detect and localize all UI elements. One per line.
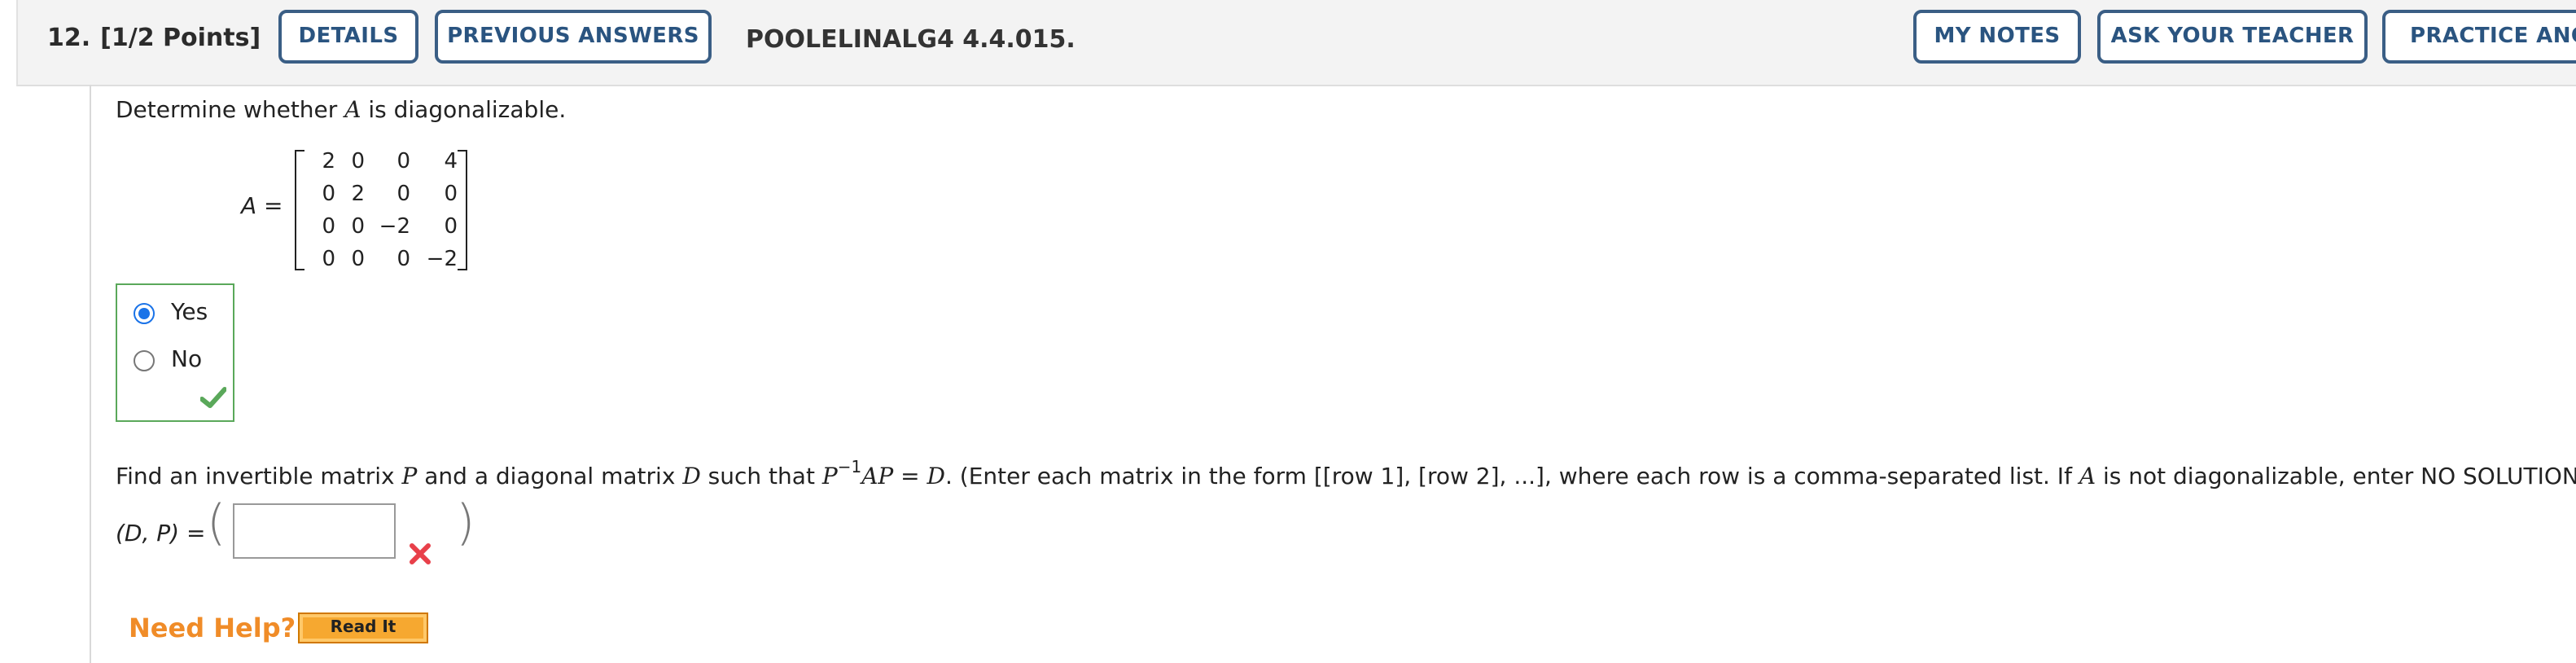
dp-label: (D, P) = bbox=[116, 521, 205, 547]
matrix-cell: 4 bbox=[444, 150, 458, 174]
instruction-text: and a diagonal matrix bbox=[417, 464, 683, 490]
exponent: −1 bbox=[837, 459, 862, 477]
practice-another-button[interactable]: PRACTICE ANO bbox=[2382, 10, 2576, 64]
right-paren: ) bbox=[456, 495, 475, 552]
statement-text: Determine whether bbox=[116, 98, 345, 124]
instruction-text: is not diagonalizable, enter NO SOLUTION… bbox=[2096, 464, 2576, 490]
dp-answer-input[interactable] bbox=[233, 503, 396, 559]
answer-choices-correct: Yes No bbox=[116, 283, 234, 422]
matrix-label-text: A = bbox=[241, 194, 283, 220]
matrix-cell: 0 bbox=[351, 215, 365, 239]
option-no[interactable]: No bbox=[134, 347, 202, 373]
matrix-cell: 0 bbox=[396, 182, 410, 207]
question-code: POOLELINALG4 4.4.015. bbox=[746, 24, 1076, 54]
points-label: [1/2 Points] bbox=[100, 23, 261, 52]
instruction-var: P bbox=[821, 464, 838, 490]
matrix-cell: 0 bbox=[351, 248, 365, 272]
dp-label-text: (D, P) = bbox=[116, 521, 206, 547]
read-it-button[interactable]: Read It bbox=[298, 613, 428, 643]
left-paren: ( bbox=[207, 495, 226, 552]
question-number-label: 12. bbox=[47, 23, 91, 52]
instruction-var: D bbox=[927, 464, 945, 490]
instruction-text: = bbox=[893, 464, 927, 490]
radio-yes-selected[interactable] bbox=[134, 302, 155, 323]
matrix-cell: 0 bbox=[351, 150, 365, 174]
find-p-d-instruction: Find an invertible matrix P and a diagon… bbox=[116, 459, 2576, 490]
option-yes[interactable]: Yes bbox=[134, 300, 208, 326]
instruction-var: P bbox=[401, 464, 418, 490]
question-header: 12. [1/2 Points] DETAILS PREVIOUS ANSWERS… bbox=[16, 0, 2576, 86]
matrix-label: A = bbox=[241, 194, 283, 220]
matrix-cell: 0 bbox=[444, 215, 458, 239]
diagonalizable-question: Determine whether A is diagonalizable. bbox=[116, 98, 566, 124]
details-button[interactable]: DETAILS bbox=[278, 10, 418, 64]
previous-answers-button[interactable]: PREVIOUS ANSWERS bbox=[435, 10, 712, 64]
matrix-a: 2 0 0 4 0 2 0 0 0 0 −2 0 0 0 0 −2 bbox=[295, 150, 467, 272]
instruction-text: Find an invertible matrix bbox=[116, 464, 402, 490]
ask-your-teacher-button[interactable]: ASK YOUR TEACHER bbox=[2097, 10, 2368, 64]
instruction-var: AP bbox=[861, 464, 894, 490]
statement-text-end: is diagonalizable. bbox=[361, 98, 567, 124]
instruction-text: . (Enter each matrix in the form [[row 1… bbox=[945, 464, 2079, 490]
radio-no[interactable] bbox=[134, 349, 155, 371]
matrix-cell: 0 bbox=[396, 150, 410, 174]
question-body: Determine whether A is diagonalizable. A… bbox=[90, 85, 2576, 663]
matrix-cell: −2 bbox=[426, 248, 458, 272]
my-notes-button[interactable]: MY NOTES bbox=[1913, 10, 2081, 64]
checkmark-icon bbox=[200, 387, 226, 408]
instruction-var: D bbox=[682, 464, 701, 490]
option-yes-label: Yes bbox=[171, 300, 208, 326]
matrix-cell: −2 bbox=[379, 215, 410, 239]
need-help-label: Need Help? bbox=[129, 613, 296, 643]
statement-variable: A bbox=[344, 98, 361, 124]
matrix-cell: 0 bbox=[444, 182, 458, 207]
option-no-label: No bbox=[171, 347, 203, 373]
instruction-text: such that bbox=[700, 464, 822, 490]
matrix-right-bracket bbox=[458, 150, 467, 270]
incorrect-x-icon bbox=[410, 543, 431, 564]
instruction-var: A bbox=[2079, 464, 2096, 490]
question-number: 12. [1/2 Points] bbox=[47, 23, 261, 52]
matrix-cell: 2 bbox=[351, 182, 365, 207]
matrix-cell: 0 bbox=[396, 248, 410, 272]
